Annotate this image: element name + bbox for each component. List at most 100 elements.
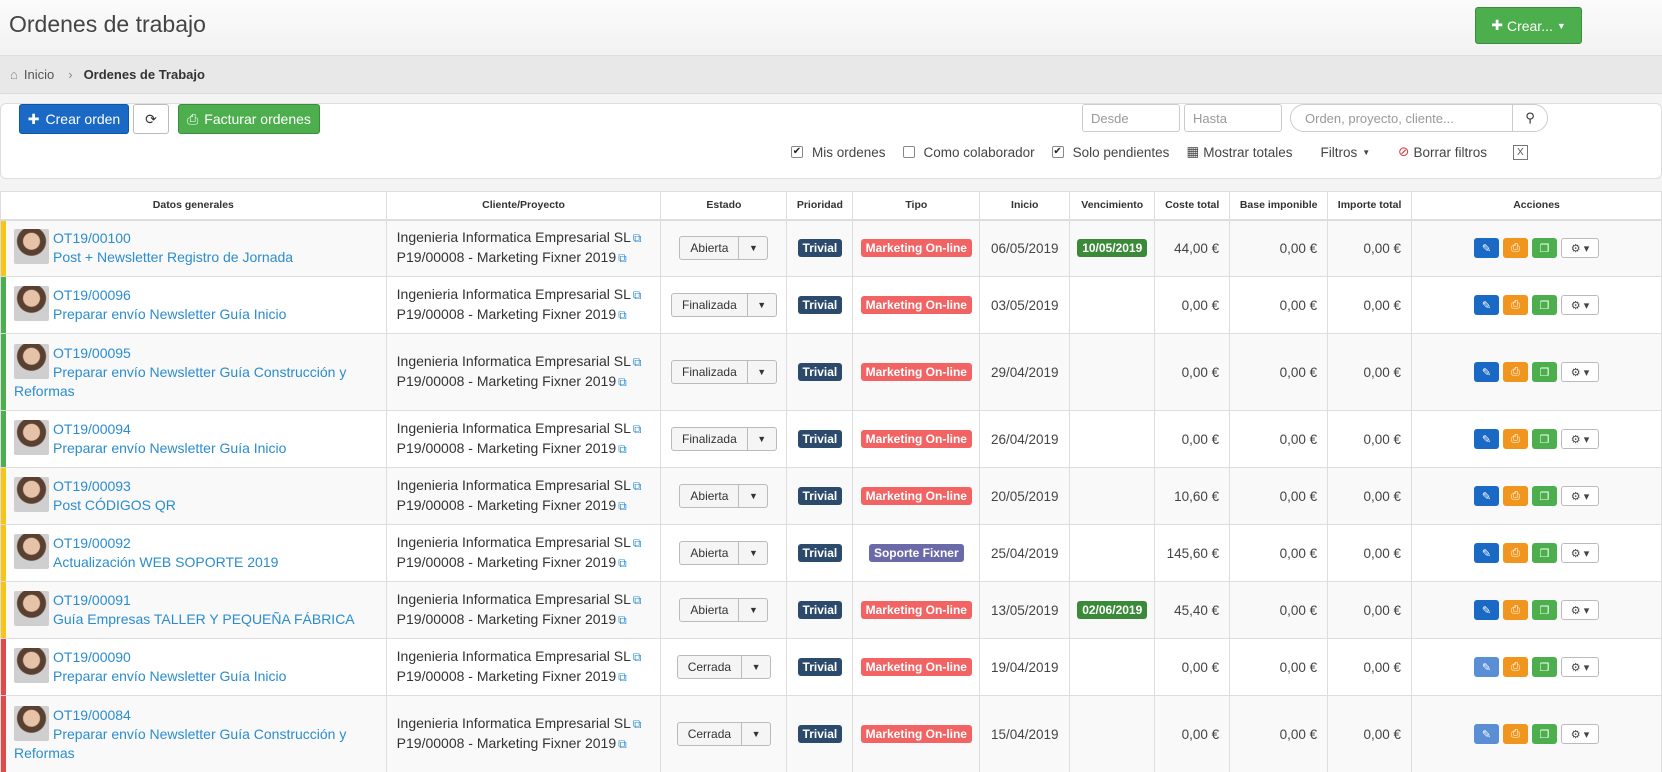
copy-button[interactable]: ❐ — [1532, 657, 1558, 677]
external-link-icon[interactable]: ⧉ — [618, 251, 627, 265]
colaborador-checkbox[interactable]: Como colaborador — [902, 145, 1035, 160]
external-link-icon[interactable]: ⧉ — [618, 308, 627, 322]
external-link-icon[interactable]: ⧉ — [618, 613, 627, 627]
external-link-icon[interactable]: ⧉ — [618, 556, 627, 570]
print-button[interactable]: ⎙ — [1503, 429, 1529, 449]
copy-button[interactable]: ❐ — [1532, 362, 1558, 382]
edit-button[interactable]: ✎ — [1474, 543, 1500, 563]
create-dropdown-button[interactable]: ✚ Crear... ▼ — [1475, 7, 1582, 44]
external-link-icon[interactable]: ⧉ — [633, 650, 642, 664]
order-title-link[interactable]: Post + Newsletter Registro de Jornada — [53, 249, 293, 265]
order-code-link[interactable]: OT19/00091 — [14, 591, 380, 610]
settings-dropdown[interactable]: ⚙ ▾ — [1561, 295, 1600, 315]
print-button[interactable]: ⎙ — [1503, 724, 1529, 744]
order-title-link[interactable]: Preparar envío Newsletter Guía Construcc… — [14, 364, 346, 399]
external-link-icon[interactable]: ⧉ — [618, 375, 627, 389]
print-button[interactable]: ⎙ — [1503, 295, 1529, 315]
settings-dropdown[interactable]: ⚙ ▾ — [1561, 543, 1600, 563]
status-dropdown[interactable]: Abierta ▼ — [679, 541, 769, 565]
order-code-link[interactable]: OT19/00096 — [14, 286, 380, 305]
refresh-button[interactable]: ⟳ — [133, 104, 169, 134]
mis-ordenes-checkbox[interactable]: ✔ Mis ordenes — [791, 145, 886, 160]
edit-button[interactable]: ✎ — [1474, 238, 1500, 259]
copy-button[interactable]: ❐ — [1532, 600, 1558, 620]
mostrar-totales-button[interactable]: ▦ Mostrar totales — [1186, 144, 1292, 160]
breadcrumb-home-link[interactable]: Inicio — [24, 67, 54, 82]
print-button[interactable]: ⎙ — [1503, 362, 1529, 382]
pendientes-checkbox[interactable]: ✔ Solo pendientes — [1051, 145, 1169, 160]
copy-button[interactable]: ❐ — [1532, 295, 1558, 315]
order-title-link[interactable]: Preparar envío Newsletter Guía Construcc… — [14, 726, 346, 761]
order-title-link[interactable]: Guía Empresas TALLER Y PEQUEÑA FÁBRICA — [53, 611, 355, 627]
search-input[interactable]: Orden, proyecto, cliente... — [1290, 104, 1513, 132]
edit-button[interactable]: ✎ — [1474, 362, 1500, 382]
external-link-icon[interactable]: ⧉ — [633, 231, 642, 245]
print-button[interactable]: ⎙ — [1503, 657, 1529, 677]
settings-dropdown[interactable]: ⚙ ▾ — [1561, 657, 1600, 677]
order-code-link[interactable]: OT19/00100 — [14, 229, 380, 248]
col-datos-generales[interactable]: Datos generales — [0, 191, 387, 221]
col-inicio[interactable]: Inicio — [979, 191, 1071, 221]
edit-button[interactable]: ✎ — [1474, 600, 1500, 620]
external-link-icon[interactable]: ⧉ — [618, 670, 627, 684]
external-link-icon[interactable]: ⧉ — [618, 737, 627, 751]
order-code-link[interactable]: OT19/00094 — [14, 420, 380, 439]
external-link-icon[interactable]: ⧉ — [633, 422, 642, 436]
external-link-icon[interactable]: ⧉ — [618, 499, 627, 513]
print-button[interactable]: ⎙ — [1503, 238, 1529, 259]
edit-button[interactable]: ✎ — [1474, 486, 1500, 506]
col-cliente-proyecto[interactable]: Cliente/Proyecto — [385, 191, 662, 221]
status-dropdown[interactable]: Cerrada ▼ — [676, 655, 772, 679]
external-link-icon[interactable]: ⧉ — [633, 536, 642, 550]
status-dropdown[interactable]: Abierta ▼ — [679, 598, 769, 622]
borrar-filtros-button[interactable]: ⊘ Borrar filtros — [1398, 144, 1487, 160]
external-link-icon[interactable]: ⧉ — [633, 717, 642, 731]
col-vencimiento[interactable]: Vencimiento — [1069, 191, 1156, 221]
date-from-input[interactable]: Desde — [1082, 104, 1180, 132]
status-dropdown[interactable]: Finalizada ▼ — [671, 293, 777, 317]
external-link-icon[interactable]: ⧉ — [633, 593, 642, 607]
status-dropdown[interactable]: Finalizada ▼ — [671, 360, 777, 384]
print-button[interactable]: ⎙ — [1503, 543, 1529, 563]
edit-button[interactable]: ✎ — [1474, 295, 1500, 315]
status-dropdown[interactable]: Abierta ▼ — [679, 236, 769, 261]
new-order-button[interactable]: ✚ Crear orden — [19, 104, 129, 134]
print-button[interactable]: ⎙ — [1503, 600, 1529, 620]
external-link-icon[interactable]: ⧉ — [618, 442, 627, 456]
col-tipo[interactable]: Tipo — [852, 191, 981, 221]
settings-dropdown[interactable]: ⚙ ▾ — [1561, 486, 1600, 506]
invoice-orders-button[interactable]: ⎙ Facturar ordenes — [178, 104, 320, 134]
copy-button[interactable]: ❐ — [1532, 238, 1558, 259]
col-coste-total[interactable]: Coste total — [1154, 191, 1231, 221]
copy-button[interactable]: ❐ — [1532, 486, 1558, 506]
order-code-link[interactable]: OT19/00092 — [14, 534, 380, 553]
filtros-dropdown[interactable]: Filtros ▼ — [1320, 145, 1370, 160]
external-link-icon[interactable]: ⧉ — [633, 479, 642, 493]
copy-button[interactable]: ❐ — [1532, 724, 1558, 744]
order-code-link[interactable]: OT19/00093 — [14, 477, 380, 496]
settings-dropdown[interactable]: ⚙ ▾ — [1561, 429, 1600, 449]
search-button[interactable]: ⚲ — [1512, 104, 1548, 132]
order-title-link[interactable]: Post CÓDIGOS QR — [53, 497, 176, 513]
col-estado[interactable]: Estado — [660, 191, 788, 221]
excel-export-button[interactable]: X — [1512, 144, 1528, 160]
edit-button[interactable]: ✎ — [1474, 657, 1500, 677]
edit-button[interactable]: ✎ — [1474, 724, 1500, 744]
col-importe-total[interactable]: Importe total — [1327, 191, 1413, 221]
col-prioridad[interactable]: Prioridad — [786, 191, 854, 221]
date-to-input[interactable]: Hasta — [1184, 104, 1282, 132]
order-code-link[interactable]: OT19/00095 — [14, 344, 380, 363]
order-title-link[interactable]: Preparar envío Newsletter Guía Inicio — [53, 306, 286, 322]
settings-dropdown[interactable]: ⚙ ▾ — [1561, 238, 1600, 259]
order-code-link[interactable]: OT19/00090 — [14, 648, 380, 667]
order-code-link[interactable]: OT19/00084 — [14, 706, 380, 725]
status-dropdown[interactable]: Abierta ▼ — [679, 484, 769, 508]
settings-dropdown[interactable]: ⚙ ▾ — [1561, 600, 1600, 620]
edit-button[interactable]: ✎ — [1474, 429, 1500, 449]
status-dropdown[interactable]: Cerrada ▼ — [676, 722, 772, 746]
col-base-imponible[interactable]: Base imponible — [1229, 191, 1329, 221]
order-title-link[interactable]: Actualización WEB SOPORTE 2019 — [53, 554, 278, 570]
settings-dropdown[interactable]: ⚙ ▾ — [1561, 362, 1600, 382]
order-title-link[interactable]: Preparar envío Newsletter Guía Inicio — [53, 440, 286, 456]
order-title-link[interactable]: Preparar envío Newsletter Guía Inicio — [53, 668, 286, 684]
